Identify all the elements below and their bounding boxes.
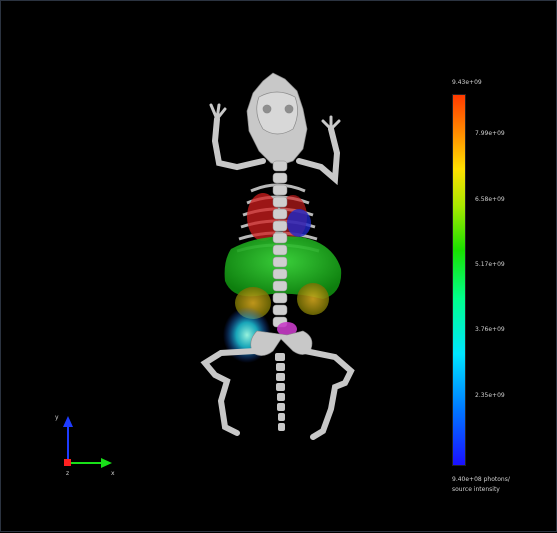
colorbar-tick-label: 7.99e+09 (475, 130, 505, 137)
colorbar (452, 94, 466, 466)
y-axis-arrow (63, 416, 73, 427)
colorbar-units-label: 9.40e+08 photons/ source intensity (452, 475, 510, 495)
x-axis-arrow (101, 458, 112, 468)
x-axis-label: x (111, 470, 115, 477)
y-axis-label: y (55, 414, 59, 421)
colorbar-max-label: 9.43e+09 (452, 79, 482, 86)
colorbar-min-label: 9.40e+08 photons/ (452, 476, 510, 483)
kidney-right (297, 283, 329, 315)
colorbar-tick-label: 6.58e+09 (475, 196, 505, 203)
colorbar-tick-label: 2.35e+09 (475, 392, 505, 399)
3d-viewport[interactable]: y x z 9.43e+09 7.99e+09 6.58e+09 5.17e+0… (0, 0, 557, 532)
colorbar-tick-label: 3.76e+09 (475, 326, 505, 333)
z-axis-marker (64, 459, 71, 466)
heart (287, 209, 311, 237)
colorbar-units-caption: source intensity (452, 486, 500, 493)
orientation-axes (63, 416, 112, 468)
skull (246, 72, 308, 166)
colorbar-tick-label: 5.17e+09 (475, 261, 505, 268)
z-axis-label: z (66, 470, 70, 477)
tail (275, 353, 285, 431)
